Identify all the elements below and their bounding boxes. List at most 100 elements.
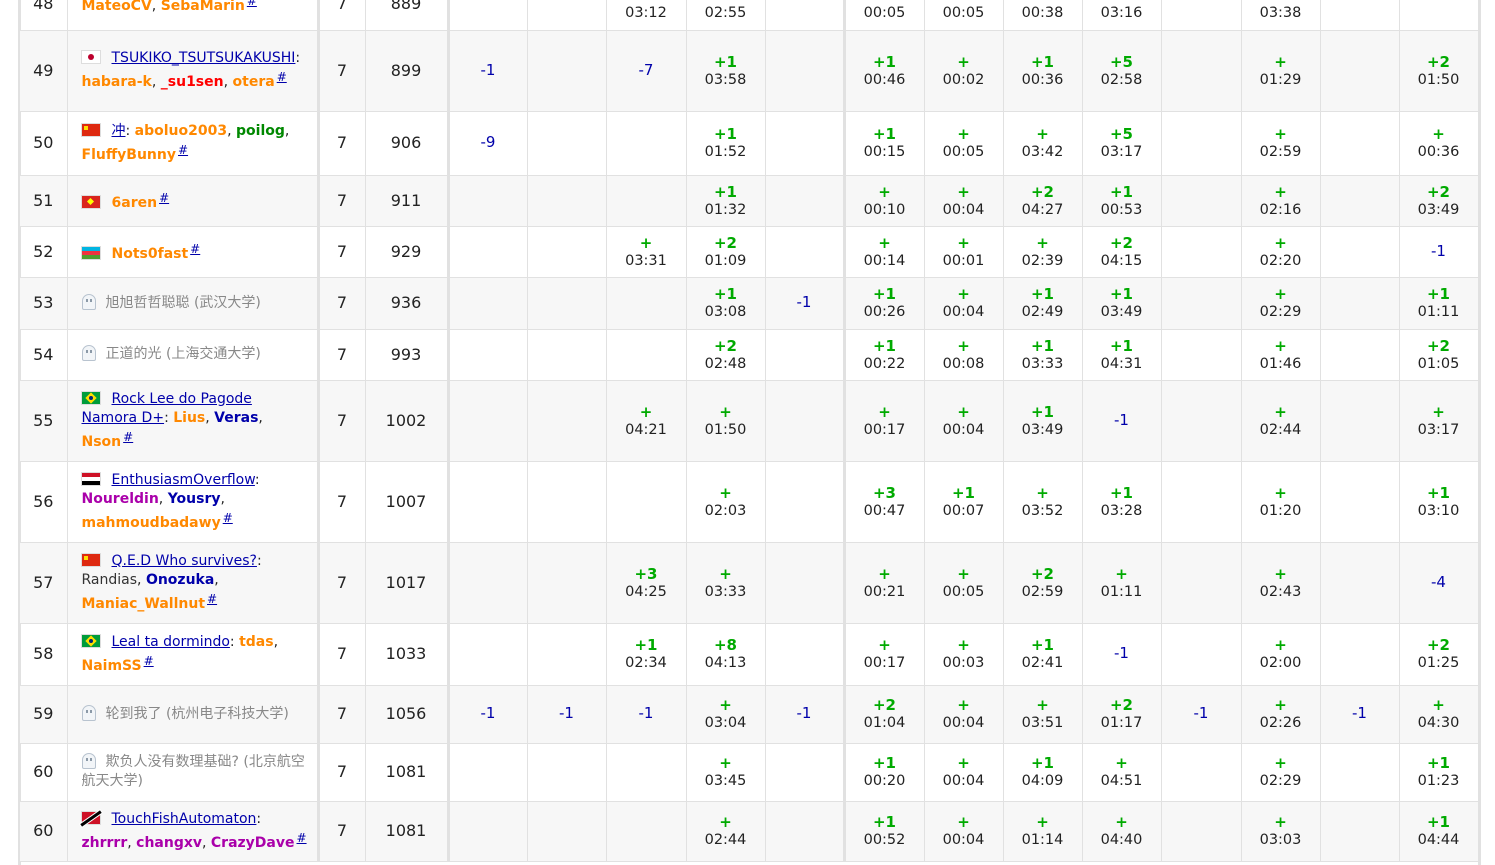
member-handle-link[interactable]: tdas xyxy=(239,634,274,650)
team-name-link[interactable]: Q.E.D Who survives? xyxy=(112,553,257,569)
problem-cell[interactable] xyxy=(527,30,607,112)
member-handle-link[interactable]: changxv xyxy=(136,835,202,851)
team-name-link[interactable]: TSUKIKO_TSUTSUKAKUSHI xyxy=(112,50,296,66)
problem-cell[interactable]: +1 02:41 xyxy=(1003,623,1083,686)
problem-cell[interactable] xyxy=(606,801,687,862)
problem-cell[interactable]: -4 xyxy=(1399,542,1479,624)
problem-cell[interactable] xyxy=(448,461,528,543)
problem-cell[interactable]: +2 01:17 xyxy=(1082,685,1162,744)
problem-cell[interactable]: +02:44 xyxy=(1241,380,1321,462)
problem-cell[interactable]: +00:04 xyxy=(924,175,1004,227)
problem-cell[interactable]: -1 xyxy=(1082,380,1162,462)
problem-cell[interactable] xyxy=(448,743,528,802)
problem-cell[interactable]: +1 03:10 xyxy=(1399,461,1479,543)
problem-cell[interactable]: +03:42 xyxy=(1003,111,1083,176)
problem-cell[interactable]: +04:21 xyxy=(606,380,687,462)
problem-cell[interactable] xyxy=(1161,277,1242,330)
problem-cell[interactable]: +1 03:28 xyxy=(1082,461,1162,543)
problem-cell[interactable] xyxy=(1161,30,1242,112)
problem-cell[interactable] xyxy=(527,111,607,176)
problem-cell[interactable]: +00:02 xyxy=(924,30,1004,112)
problem-cell[interactable]: +02:16 xyxy=(1241,175,1321,227)
problem-cell[interactable]: +2 01:25 xyxy=(1399,623,1479,686)
problem-cell[interactable]: +01:50 xyxy=(686,380,766,462)
problem-cell[interactable]: +1 01:52 xyxy=(686,111,766,176)
party-hash-link[interactable]: # xyxy=(190,242,200,256)
problem-cell[interactable] xyxy=(1320,111,1400,176)
problem-cell[interactable]: +02:39 xyxy=(1003,226,1083,278)
problem-cell[interactable] xyxy=(1320,542,1400,624)
problem-cell[interactable]: +03:52 xyxy=(1003,461,1083,543)
problem-cell[interactable] xyxy=(765,380,846,462)
problem-cell[interactable] xyxy=(448,329,528,381)
problem-cell[interactable]: -7 xyxy=(606,30,687,112)
problem-cell[interactable]: -1 xyxy=(527,685,607,744)
problem-cell[interactable]: +00:14 xyxy=(844,226,925,278)
problem-cell[interactable]: +1 03:08 xyxy=(686,277,766,330)
problem-cell[interactable] xyxy=(765,801,846,862)
problem-cell[interactable] xyxy=(1161,0,1242,31)
problem-cell[interactable]: +02:43 xyxy=(1241,542,1321,624)
problem-cell[interactable] xyxy=(606,743,687,802)
problem-cell[interactable]: +03:03 xyxy=(1241,801,1321,862)
problem-cell[interactable]: +1 00:36 xyxy=(1003,30,1083,112)
problem-cell[interactable]: +00:04 xyxy=(924,685,1004,744)
problem-cell[interactable] xyxy=(448,380,528,462)
problem-cell[interactable]: +02:26 xyxy=(1241,685,1321,744)
problem-cell[interactable] xyxy=(1320,743,1400,802)
problem-cell[interactable] xyxy=(1320,329,1400,381)
problem-cell[interactable]: +1 03:49 xyxy=(1082,277,1162,330)
problem-cell[interactable] xyxy=(527,461,607,543)
problem-cell[interactable]: +00:08 xyxy=(924,329,1004,381)
party-hash-link[interactable]: # xyxy=(144,654,154,668)
member-handle-link[interactable]: poilog xyxy=(236,123,285,139)
problem-cell[interactable] xyxy=(1320,175,1400,227)
problem-cell[interactable]: +00:10 xyxy=(844,175,925,227)
problem-cell[interactable]: 03:38 xyxy=(1241,0,1321,31)
problem-cell[interactable]: +00:04 xyxy=(924,801,1004,862)
member-handle-link[interactable]: otera xyxy=(233,74,275,90)
party-hash-link[interactable]: # xyxy=(123,430,133,444)
problem-cell[interactable]: +03:33 xyxy=(686,542,766,624)
problem-cell[interactable]: -1 xyxy=(448,685,528,744)
problem-cell[interactable] xyxy=(1320,0,1400,31)
problem-cell[interactable]: +02:59 xyxy=(1241,111,1321,176)
problem-cell[interactable] xyxy=(765,30,846,112)
problem-cell[interactable]: +5 03:17 xyxy=(1082,111,1162,176)
problem-cell[interactable]: +00:05 xyxy=(924,542,1004,624)
problem-cell[interactable]: -1 xyxy=(765,277,846,330)
problem-cell[interactable] xyxy=(448,542,528,624)
problem-cell[interactable]: +5 02:58 xyxy=(1082,30,1162,112)
problem-cell[interactable]: +00:21 xyxy=(844,542,925,624)
problem-cell[interactable] xyxy=(448,277,528,330)
problem-cell[interactable]: +01:46 xyxy=(1241,329,1321,381)
problem-cell[interactable]: +00:17 xyxy=(844,380,925,462)
problem-cell[interactable] xyxy=(765,461,846,543)
problem-cell[interactable]: +00:04 xyxy=(924,380,1004,462)
problem-cell[interactable]: +00:05 xyxy=(924,111,1004,176)
problem-cell[interactable]: -1 xyxy=(448,30,528,112)
problem-cell[interactable] xyxy=(1320,801,1400,862)
problem-cell[interactable]: +2 04:27 xyxy=(1003,175,1083,227)
problem-cell[interactable] xyxy=(765,0,846,31)
problem-cell[interactable]: +2 01:09 xyxy=(686,226,766,278)
member-handle-link[interactable]: CrazyDave xyxy=(211,835,295,851)
member-handle-link[interactable]: Lius xyxy=(173,410,205,426)
problem-cell[interactable] xyxy=(765,623,846,686)
problem-cell[interactable]: -9 xyxy=(448,111,528,176)
problem-cell[interactable]: +2 01:05 xyxy=(1399,329,1479,381)
problem-cell[interactable] xyxy=(1161,801,1242,862)
member-handle-link[interactable]: 6aren xyxy=(112,195,158,211)
problem-cell[interactable]: 00:05 xyxy=(844,0,925,31)
problem-cell[interactable] xyxy=(1320,461,1400,543)
problem-cell[interactable]: +04:51 xyxy=(1082,743,1162,802)
problem-cell[interactable] xyxy=(1320,380,1400,462)
party-hash-link[interactable]: # xyxy=(297,831,307,845)
problem-cell[interactable] xyxy=(527,542,607,624)
problem-cell[interactable] xyxy=(527,801,607,862)
member-handle-link[interactable]: _su1sen xyxy=(161,74,224,90)
problem-cell[interactable]: +1 00:20 xyxy=(844,743,925,802)
problem-cell[interactable] xyxy=(606,277,687,330)
problem-cell[interactable] xyxy=(527,277,607,330)
problem-cell[interactable]: +01:14 xyxy=(1003,801,1083,862)
